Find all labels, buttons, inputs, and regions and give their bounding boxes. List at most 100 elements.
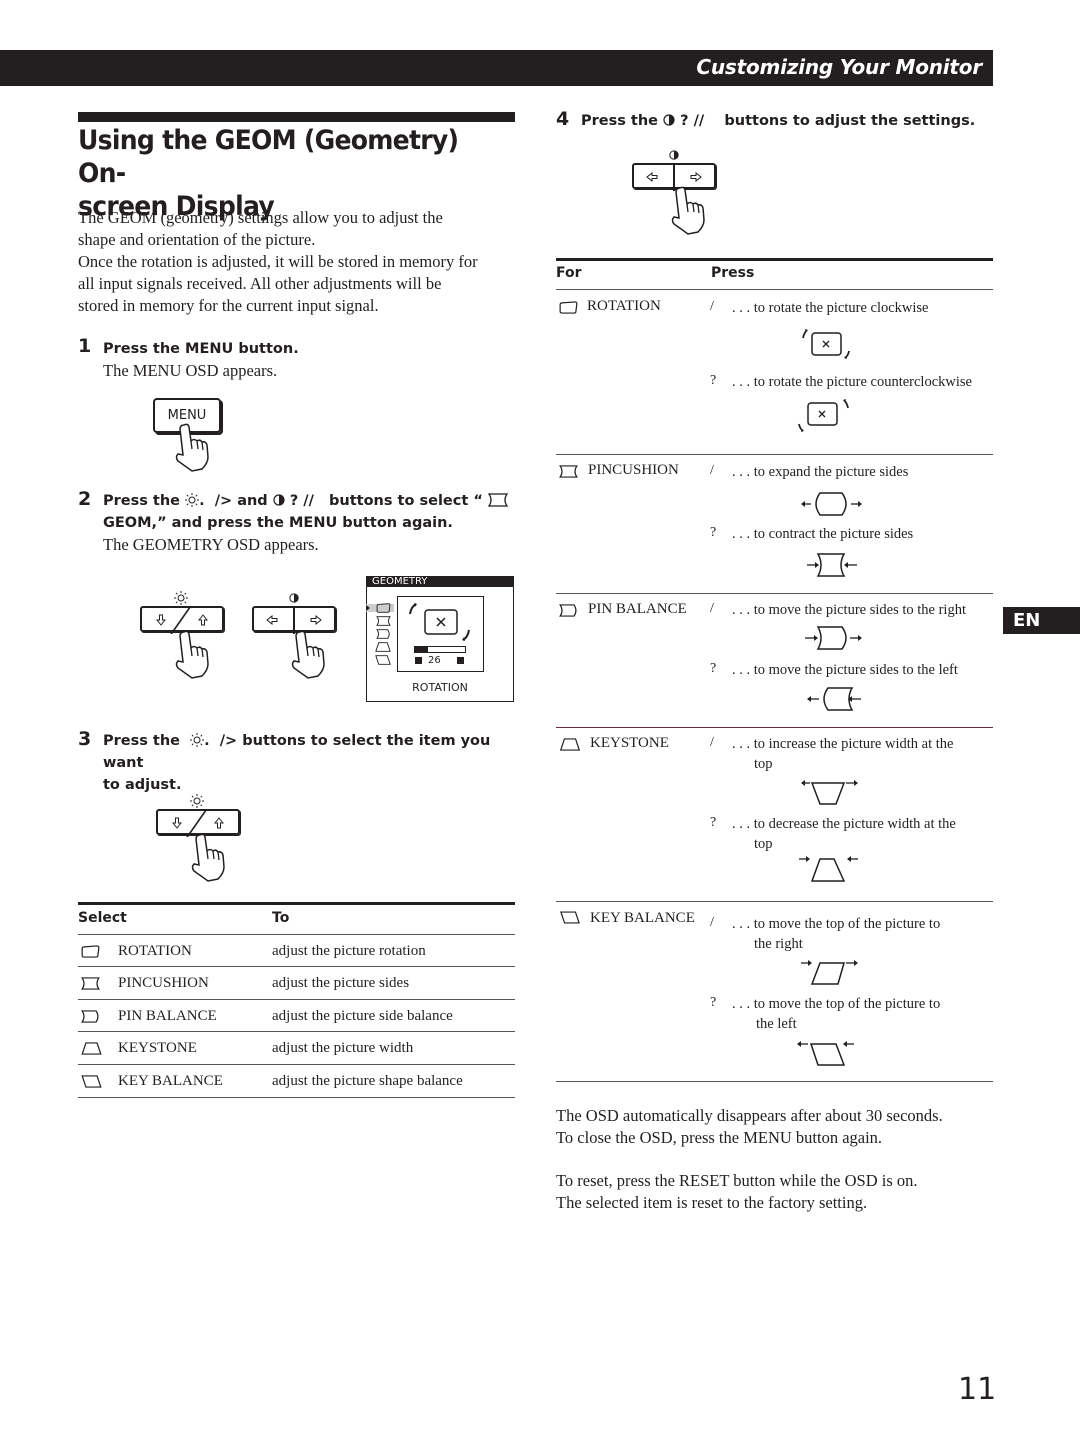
step-1-detail: The MENU OSD appears. [103, 361, 278, 380]
move-top-right-illustration [801, 960, 858, 985]
item-name: KEY BALANCE [590, 910, 695, 926]
item-name: PIN BALANCE [588, 601, 687, 617]
increase-top-width-illustration [801, 780, 858, 805]
brightness-icon [174, 591, 188, 605]
rotate-clockwise-illustration [802, 329, 850, 359]
rotation-icon [559, 301, 578, 314]
title-rule [78, 112, 515, 122]
table-row: KEY BALANCE adjust the picture shape bal… [78, 1065, 515, 1098]
osd-selected-item-label: ROTATION [412, 681, 468, 694]
pincushion-icon [81, 977, 100, 990]
table-row: PIN BALANCE adjust the picture side bala… [78, 1000, 515, 1032]
table-top-rule [78, 902, 515, 905]
step-2-detail: The GEOMETRY OSD appears. [103, 535, 319, 554]
move-top-left-illustration [797, 1041, 854, 1066]
press-key: ? [710, 815, 717, 830]
osd-rotation-preview [409, 603, 470, 641]
pressing-hand-icon [172, 630, 212, 680]
intro-line: all input signals received. All other ad… [78, 274, 442, 293]
brightness-button-pair [140, 606, 224, 634]
press-description: . . . to expand the picture sides [732, 464, 909, 480]
osd-value-bar-fill [415, 647, 428, 652]
contrast-button-pair [252, 606, 336, 634]
step-4-heading: Press the ? // buttons to adjust the set… [581, 113, 976, 129]
press-description: . . . to rotate the picture clockwise [732, 300, 929, 316]
decrease-top-width-illustration [799, 856, 858, 882]
table-rule [556, 454, 993, 455]
geom-icon [488, 493, 508, 507]
arrow-left-icon [646, 172, 658, 182]
item-name: PIN BALANCE [118, 1008, 217, 1024]
section-title: Customizing Your Monitor [696, 55, 982, 79]
press-key: ? [710, 995, 717, 1010]
brightness-button-pair [156, 809, 240, 837]
osd-increase-icon [457, 657, 464, 664]
osd-rotation-icon [376, 603, 391, 613]
rotation-icon [81, 945, 100, 958]
contract-sides-illustration [807, 553, 857, 577]
table-top-rule [556, 258, 993, 261]
pressing-hand-icon [668, 186, 708, 236]
osd-key-balance-icon [375, 655, 391, 665]
step-1-heading: Press the MENU button. [103, 341, 299, 357]
table-rule [556, 593, 993, 594]
brightness-icon [190, 794, 204, 808]
rotate-counterclockwise-illustration [798, 399, 849, 432]
press-description: . . . to move the top of the picture to … [732, 916, 941, 952]
expand-sides-illustration [801, 492, 862, 516]
brightness-icon [190, 733, 204, 747]
intro-line: The GEOM (geometry) settings allow you t… [78, 208, 443, 227]
press-key: ? [710, 373, 717, 388]
press-description: . . . to rotate the picture counterclock… [732, 374, 972, 390]
keystone-icon [559, 738, 581, 751]
item-name: ROTATION [587, 298, 661, 314]
pressing-hand-icon [172, 423, 212, 473]
brightness-icon [185, 493, 199, 507]
press-key: / [710, 915, 714, 930]
item-action: adjust the picture rotation [272, 943, 426, 959]
step-2-number: 2 [78, 488, 92, 510]
pin-balance-icon [81, 1010, 100, 1023]
move-sides-left-illustration [807, 687, 861, 711]
osd-selection-pointer [366, 605, 370, 611]
step-4-number: 4 [556, 108, 570, 130]
item-action: adjust the picture side balance [272, 1008, 453, 1024]
table-row: KEYSTONE adjust the picture width [78, 1032, 515, 1065]
osd-decrease-icon [415, 657, 422, 664]
arrow-down-icon [156, 614, 166, 626]
item-name: KEY BALANCE [118, 1073, 223, 1089]
reset-note: To reset, press the RESET button while t… [556, 1171, 918, 1212]
press-description: . . . to increase the picture width at t… [732, 736, 954, 772]
arrow-up-icon [198, 614, 208, 626]
key-balance-icon [560, 911, 580, 924]
item-action: adjust the picture width [272, 1040, 414, 1056]
intro-line: stored in memory for the current input s… [78, 296, 379, 315]
item-name: ROTATION [118, 943, 192, 959]
press-description: . . . to decrease the picture width at t… [732, 816, 956, 852]
press-key: / [710, 463, 714, 478]
step-3-number: 3 [78, 728, 92, 750]
move-sides-right-illustration [805, 626, 862, 650]
table-rule [556, 289, 993, 290]
pincushion-icon [559, 465, 578, 478]
item-name: PINCUSHION [118, 975, 209, 991]
pressing-hand-icon [188, 833, 228, 883]
page-title-line1: Using the GEOM (Geometry) On- [78, 125, 459, 189]
intro-line: Once the rotation is adjusted, it will b… [78, 252, 478, 271]
item-name: KEYSTONE [118, 1040, 197, 1056]
press-key: / [710, 735, 714, 750]
press-description: . . . to contract the picture sides [732, 526, 914, 542]
intro-line: shape and orientation of the picture. [78, 230, 316, 249]
contrast-icon [669, 150, 679, 160]
select-column-header: Select [78, 910, 127, 926]
page-number: 11 [958, 1372, 997, 1407]
step-1-number: 1 [78, 335, 92, 357]
key-balance-icon [81, 1075, 102, 1088]
press-description: . . . to move the picture sides to the l… [732, 662, 958, 678]
item-name: PINCUSHION [588, 462, 679, 478]
keystone-icon [81, 1042, 102, 1055]
arrow-right-icon [690, 172, 702, 182]
intro-paragraph: The GEOM (geometry) settings allow you t… [78, 207, 528, 317]
osd-pincushion-icon [376, 616, 391, 626]
arrow-right-icon [310, 615, 322, 625]
